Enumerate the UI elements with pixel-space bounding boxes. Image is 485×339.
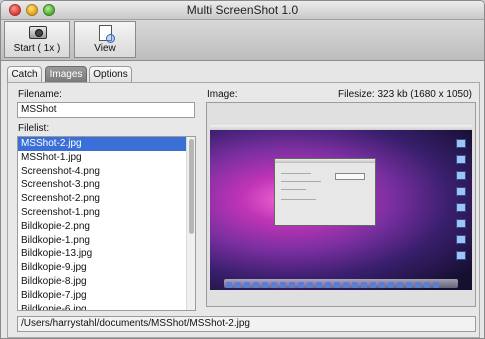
list-item[interactable]: Screenshot-4.png — [18, 165, 195, 179]
tab-catch[interactable]: Catch — [7, 66, 42, 82]
filename-input[interactable]: MSShot — [17, 102, 195, 118]
camera-icon — [29, 26, 47, 39]
list-item[interactable]: Screenshot-2.png — [18, 192, 195, 206]
file-list-scrollbar[interactable] — [186, 137, 195, 310]
list-item[interactable]: Bildkopie-1.png — [18, 234, 195, 248]
scrollbar-thumb[interactable] — [189, 139, 194, 234]
list-item[interactable]: Bildkopie-7.jpg — [18, 289, 195, 303]
toolbar: Start ( 1x ) View — [1, 20, 484, 61]
start-capture-label: Start ( 1x ) — [13, 43, 61, 54]
screenshot-thumbnail — [210, 125, 472, 290]
app-window: Multi ScreenShot 1.0 Start ( 1x ) View C… — [0, 0, 485, 339]
list-item[interactable]: Bildkopie-2.png — [18, 220, 195, 234]
magnifier-document-icon — [99, 25, 115, 43]
list-item[interactable]: Bildkopie-13.jpg — [18, 247, 195, 261]
view-button[interactable]: View — [74, 21, 136, 58]
image-label: Image: — [207, 89, 238, 100]
tab-options[interactable]: Options — [89, 66, 132, 82]
list-item[interactable]: Bildkopie-8.jpg — [18, 275, 195, 289]
list-item[interactable]: Screenshot-1.png — [18, 206, 195, 220]
file-list[interactable]: MSShot-2.jpg MSShot-1.jpg Screenshot-4.p… — [17, 136, 196, 311]
title-bar[interactable]: Multi ScreenShot 1.0 — [1, 1, 484, 20]
list-item[interactable]: Screenshot-3.png — [18, 178, 195, 192]
list-item[interactable]: MSShot-1.jpg — [18, 151, 195, 165]
filelist-label: Filelist: — [18, 123, 50, 134]
list-item[interactable]: Bildkopie-9.jpg — [18, 261, 195, 275]
view-label: View — [94, 43, 116, 54]
start-capture-button[interactable]: Start ( 1x ) — [4, 21, 70, 58]
file-path-field: /Users/harrystahl/documents/MSShot/MSSho… — [17, 316, 476, 332]
image-preview — [206, 102, 476, 307]
list-item[interactable]: Bildkopie-6.jpg — [18, 303, 195, 310]
list-item[interactable]: MSShot-2.jpg — [18, 137, 195, 151]
tab-images[interactable]: Images — [45, 66, 87, 82]
filesize-label: Filesize: 323 kb (1680 x 1050) — [338, 89, 472, 100]
window-title: Multi ScreenShot 1.0 — [186, 3, 299, 17]
filename-label: Filename: — [18, 89, 62, 100]
